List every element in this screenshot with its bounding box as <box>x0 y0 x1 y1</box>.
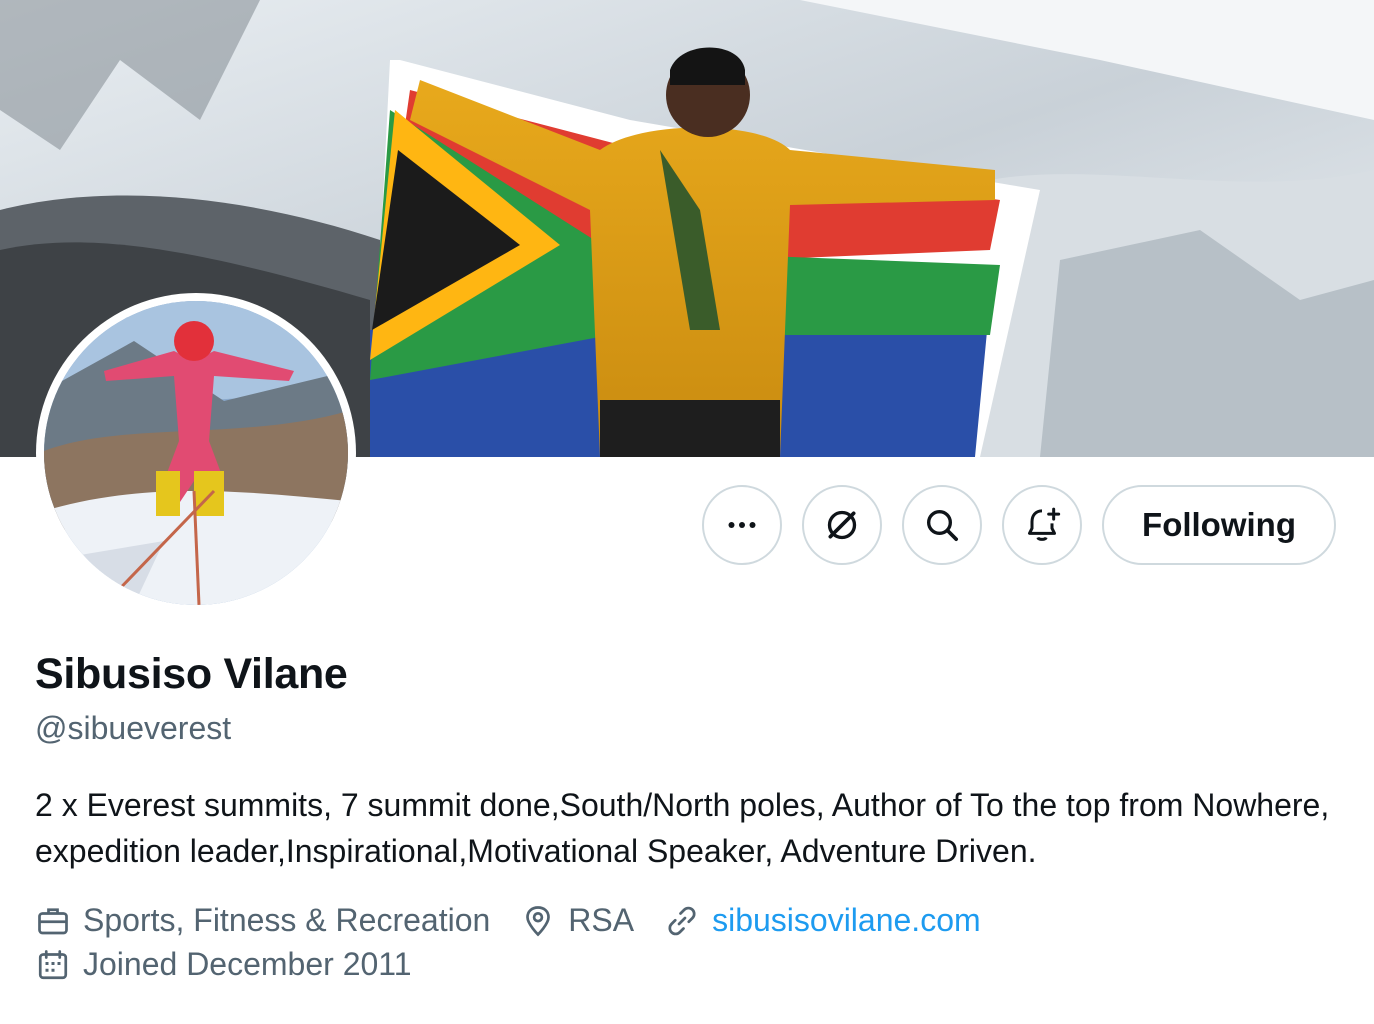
avatar-image <box>44 301 348 605</box>
website-item[interactable]: sibusisovilane.com <box>664 902 981 939</box>
category-label: Sports, Fitness & Recreation <box>83 902 491 938</box>
category-item: Sports, Fitness & Recreation <box>35 902 490 939</box>
more-button[interactable] <box>702 485 783 565</box>
briefcase-icon <box>38 907 68 934</box>
calendar-icon <box>38 949 68 979</box>
more-icon <box>728 522 756 528</box>
joined-item: Joined December 2011 <box>35 946 412 983</box>
grok-button[interactable] <box>802 485 883 565</box>
website-link[interactable]: sibusisovilane.com <box>712 902 981 939</box>
profile-actions: Following <box>702 485 1336 565</box>
search-icon <box>927 510 959 541</box>
profile-bio: 2 x Everest summits, 7 summit done,South… <box>35 787 1330 869</box>
display-name: Sibusiso Vilane <box>35 650 348 698</box>
joined-label: Joined December 2011 <box>83 946 412 982</box>
profile-meta-row: Sports, Fitness & Recreation RSA sibusis… <box>35 902 1011 939</box>
grok-icon <box>827 510 857 540</box>
username-handle: @sibueverest <box>35 710 232 746</box>
location-pin-icon <box>526 905 551 936</box>
location-label: RSA <box>568 902 635 938</box>
notifications-button[interactable] <box>1002 485 1083 565</box>
link-icon <box>668 906 696 935</box>
search-button[interactable] <box>902 485 983 565</box>
following-button[interactable]: Following <box>1102 485 1336 565</box>
profile-avatar[interactable] <box>36 293 356 613</box>
profile-joined-row: Joined December 2011 <box>35 946 442 983</box>
bell-plus-icon <box>1028 507 1061 541</box>
location-item: RSA <box>520 902 634 939</box>
